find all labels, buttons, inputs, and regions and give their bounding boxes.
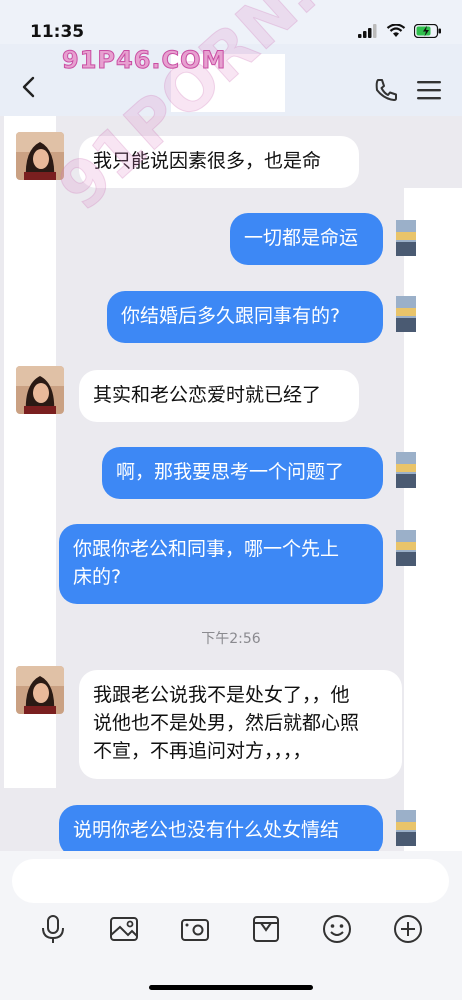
contact-avatar[interactable] <box>16 366 64 414</box>
my-avatar[interactable] <box>396 810 416 846</box>
message-bubble-incoming[interactable]: 其实和老公恋爱时就已经了 <box>79 370 359 422</box>
image-icon[interactable] <box>108 913 140 945</box>
my-avatar[interactable] <box>396 220 416 256</box>
message-bubble-outgoing[interactable]: 一切都是命运 <box>230 213 383 265</box>
hamburger-menu-icon[interactable] <box>416 79 442 101</box>
message-input[interactable] <box>12 859 449 903</box>
wifi-icon <box>386 24 406 37</box>
plus-icon[interactable] <box>392 913 424 945</box>
my-avatar[interactable] <box>396 296 416 332</box>
microphone-icon[interactable] <box>37 913 69 945</box>
phone-icon[interactable] <box>373 77 399 103</box>
message-bubble-outgoing[interactable]: 你跟你老公和同事，哪一个先上 床的? <box>59 524 383 604</box>
message-bubble-outgoing[interactable]: 啊，那我要思考一个问题了 <box>102 447 383 499</box>
emoji-icon[interactable] <box>321 913 353 945</box>
camera-icon[interactable] <box>179 913 211 945</box>
input-toolbar <box>0 913 462 949</box>
signal-icon <box>358 24 377 38</box>
box-icon[interactable] <box>250 913 282 945</box>
home-indicator <box>149 985 313 990</box>
message-timestamp: 下午2:56 <box>201 631 261 647</box>
message-bubble-outgoing[interactable]: 你结婚后多久跟同事有的? <box>107 291 383 343</box>
message-bubble-outgoing[interactable]: 说明你老公也没有什么处女情结 <box>59 805 383 851</box>
my-avatar[interactable] <box>396 530 416 566</box>
status-time: 11:35 <box>30 22 85 42</box>
status-icons <box>358 24 442 38</box>
contact-avatar[interactable] <box>16 666 64 714</box>
input-panel <box>0 851 462 1000</box>
my-avatar[interactable] <box>396 452 416 488</box>
chat-area[interactable]: 我只能说因素很多，也是命 一切都是命运 你结婚后多久跟同事有的? 其实和老公恋爱… <box>0 116 462 851</box>
message-bubble-incoming[interactable]: 我跟老公说我不是处女了，，他 说他也不是处男，然后就都心照 不宣，不再追问对方，… <box>79 670 402 779</box>
chevron-left-icon[interactable] <box>18 75 42 99</box>
redaction-block-right <box>404 188 462 851</box>
watermark-top: 91P46.COM <box>61 46 227 75</box>
battery-charging-icon <box>414 24 441 38</box>
